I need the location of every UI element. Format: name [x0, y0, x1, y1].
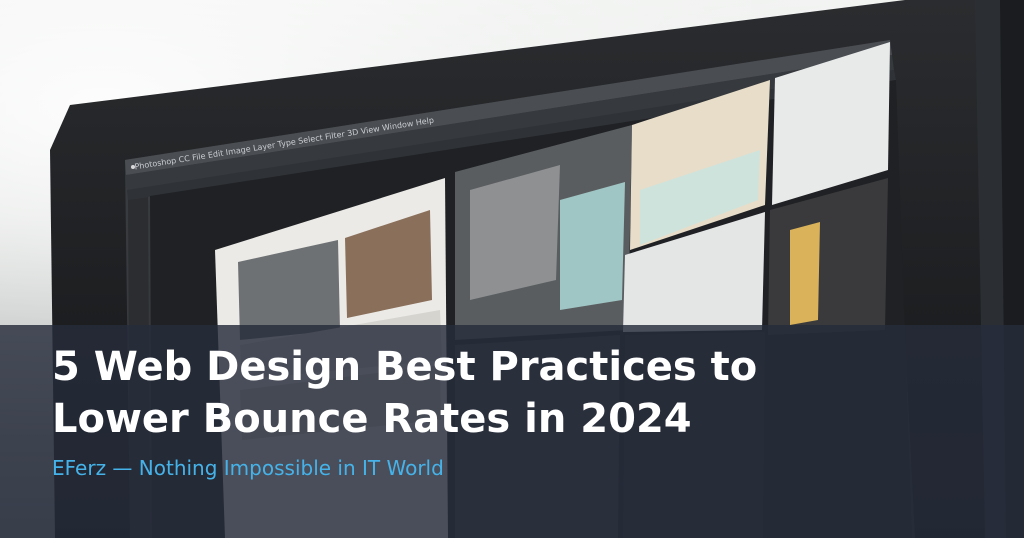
- article-title: 5 Web Design Best Practices to Lower Bou…: [52, 341, 952, 445]
- article-title-line-2: Lower Bounce Rates in 2024: [52, 396, 692, 442]
- apple-logo-icon: [131, 165, 135, 169]
- site-tagline: EFerz — Nothing Impossible in IT World: [52, 456, 444, 480]
- article-title-line-1: 5 Web Design Best Practices to: [52, 344, 758, 390]
- hero-banner: Photoshop CC File Edit Image Layer Type …: [0, 0, 1024, 538]
